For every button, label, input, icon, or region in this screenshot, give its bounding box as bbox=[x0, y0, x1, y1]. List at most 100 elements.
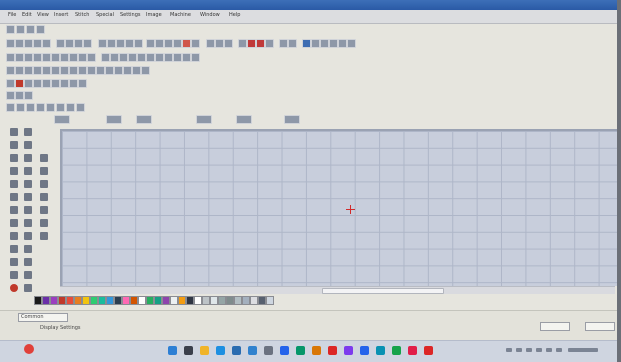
menu-image[interactable]: Image bbox=[146, 12, 162, 18]
palette-swatch[interactable] bbox=[34, 296, 42, 305]
toolbar-button-78[interactable] bbox=[15, 91, 24, 100]
toolbar-button-65[interactable] bbox=[114, 66, 123, 75]
pen-tool-icon[interactable] bbox=[182, 39, 191, 48]
toolbar-button-38[interactable] bbox=[60, 53, 69, 62]
toolbar-button-84[interactable] bbox=[46, 103, 55, 112]
palette-swatch[interactable] bbox=[234, 296, 242, 305]
toolbar-button-28[interactable] bbox=[320, 39, 329, 48]
toolbar-button-66[interactable] bbox=[123, 66, 132, 75]
toolbar-button-87[interactable] bbox=[76, 103, 85, 112]
tool-22-icon[interactable] bbox=[40, 219, 48, 227]
toolbar-button-21[interactable] bbox=[215, 39, 224, 48]
toolbar-button-55[interactable] bbox=[24, 66, 33, 75]
toolbar-button-67[interactable] bbox=[132, 66, 141, 75]
app-icon-2[interactable] bbox=[296, 346, 305, 355]
menu-window[interactable]: Window bbox=[200, 12, 220, 18]
toolbar-button-80[interactable] bbox=[6, 103, 15, 112]
toolbar-button-31[interactable] bbox=[347, 39, 356, 48]
tray-icon-5[interactable] bbox=[546, 348, 552, 352]
tool-5-icon[interactable] bbox=[10, 154, 18, 162]
toolbar-button-71[interactable] bbox=[33, 79, 42, 88]
toolbar-button-72[interactable] bbox=[42, 79, 51, 88]
toolbar-button-50[interactable] bbox=[173, 53, 182, 62]
palette-swatch[interactable] bbox=[210, 296, 218, 305]
open-file-icon[interactable] bbox=[16, 25, 25, 34]
palette-swatch[interactable] bbox=[58, 296, 66, 305]
toolbar-button-82[interactable] bbox=[26, 103, 35, 112]
tool-24-icon[interactable] bbox=[24, 232, 32, 240]
new-file-icon[interactable] bbox=[6, 25, 15, 34]
toolbar-button-81[interactable] bbox=[16, 103, 25, 112]
tool-10-icon[interactable] bbox=[40, 167, 48, 175]
toolbar-button-51[interactable] bbox=[182, 53, 191, 62]
palette-swatch[interactable] bbox=[170, 296, 178, 305]
toolbar-button-58[interactable] bbox=[51, 66, 60, 75]
tool-18-icon[interactable] bbox=[24, 206, 32, 214]
tool-16-icon[interactable] bbox=[40, 193, 48, 201]
toolbar-button-64[interactable] bbox=[105, 66, 114, 75]
design-canvas[interactable] bbox=[60, 129, 621, 286]
toolbar-button-39[interactable] bbox=[69, 53, 78, 62]
palette-swatch[interactable] bbox=[218, 296, 226, 305]
toolbar-button-43[interactable] bbox=[110, 53, 119, 62]
tray-icon-4[interactable] bbox=[536, 348, 542, 352]
toolbar-button-61[interactable] bbox=[78, 66, 87, 75]
toolbar-button-14[interactable] bbox=[134, 39, 143, 48]
save-file-icon[interactable] bbox=[26, 25, 35, 34]
stop-tool-icon[interactable] bbox=[10, 284, 18, 292]
toolbar-button-68[interactable] bbox=[141, 66, 150, 75]
display-settings-label[interactable]: Display Settings bbox=[40, 325, 81, 331]
print-icon[interactable] bbox=[36, 25, 45, 34]
windows-start-icon[interactable] bbox=[168, 346, 177, 355]
toolbar-button-6[interactable] bbox=[56, 39, 65, 48]
toolbar-button-17[interactable] bbox=[164, 39, 173, 48]
toolbar-button-34[interactable] bbox=[24, 53, 33, 62]
toolbar-button-19[interactable] bbox=[191, 39, 200, 48]
ruler-control-2[interactable] bbox=[106, 115, 122, 124]
select-tool-icon[interactable] bbox=[10, 128, 18, 136]
toolbar-button-1[interactable] bbox=[6, 39, 15, 48]
tool-19-icon[interactable] bbox=[40, 206, 48, 214]
palette-swatch[interactable] bbox=[258, 296, 266, 305]
app-icon-9[interactable] bbox=[408, 346, 417, 355]
toolbar-button-49[interactable] bbox=[164, 53, 173, 62]
app-icon-3[interactable] bbox=[312, 346, 321, 355]
edge-icon[interactable] bbox=[216, 346, 225, 355]
toolbar-button-10[interactable] bbox=[98, 39, 107, 48]
search-icon[interactable] bbox=[184, 346, 193, 355]
tray-icon-1[interactable] bbox=[506, 348, 512, 352]
menu-insert[interactable]: Insert bbox=[54, 12, 68, 18]
toolbar-button-54[interactable] bbox=[15, 66, 24, 75]
palette-swatch[interactable] bbox=[162, 296, 170, 305]
toolbar-button-30[interactable] bbox=[338, 39, 347, 48]
app-menu-icon[interactable] bbox=[24, 344, 34, 354]
toolbar-button-33[interactable] bbox=[15, 53, 24, 62]
toolbar-button-8[interactable] bbox=[74, 39, 83, 48]
toolbar-button-42[interactable] bbox=[101, 53, 110, 62]
palette-swatch[interactable] bbox=[82, 296, 90, 305]
toolbar-button-73[interactable] bbox=[51, 79, 60, 88]
toolbar-button-76[interactable] bbox=[78, 79, 87, 88]
ruler-control-3[interactable] bbox=[136, 115, 152, 124]
menu-view[interactable]: View bbox=[37, 12, 49, 18]
menu-settings[interactable]: Settings bbox=[120, 12, 141, 18]
toolbar-button-85[interactable] bbox=[56, 103, 65, 112]
toolbar-button-20[interactable] bbox=[206, 39, 215, 48]
layer-select[interactable]: Common bbox=[18, 313, 68, 322]
app-icon-8[interactable] bbox=[392, 346, 401, 355]
palette-swatch[interactable] bbox=[242, 296, 250, 305]
toolbar-button-41[interactable] bbox=[87, 53, 96, 62]
toolbar-button-48[interactable] bbox=[155, 53, 164, 62]
palette-swatch[interactable] bbox=[250, 296, 258, 305]
toolbar-button-44[interactable] bbox=[119, 53, 128, 62]
tool-3-icon[interactable] bbox=[10, 141, 18, 149]
store-icon[interactable] bbox=[232, 346, 241, 355]
tray-icon-3[interactable] bbox=[526, 348, 532, 352]
toolbar-button-52[interactable] bbox=[191, 53, 200, 62]
horizontal-scrollbar[interactable] bbox=[60, 286, 615, 294]
toolbar-button-59[interactable] bbox=[60, 66, 69, 75]
tool-21-icon[interactable] bbox=[24, 219, 32, 227]
palette-swatch[interactable] bbox=[122, 296, 130, 305]
tool-7-icon[interactable] bbox=[40, 154, 48, 162]
menu-stitch[interactable]: Stitch bbox=[75, 12, 89, 18]
